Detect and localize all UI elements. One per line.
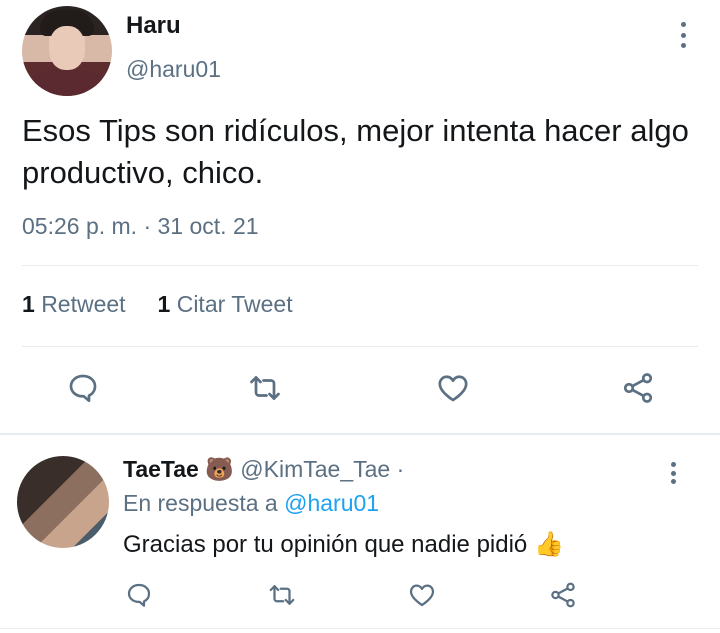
author-handle[interactable]: @haru01 xyxy=(126,56,221,83)
reply-header: TaeTae 🐻 @KimTae_Tae · xyxy=(123,456,404,483)
retweet-icon[interactable] xyxy=(267,580,297,610)
tweet-timestamp[interactable]: 05:26 p. m. · 31 oct. 21 xyxy=(22,213,259,240)
divider xyxy=(22,265,698,266)
retweet-icon[interactable] xyxy=(247,370,283,406)
in-reply-prefix: En respuesta a xyxy=(123,490,278,516)
tweet-text: Esos Tips son ridículos, mejor intenta h… xyxy=(22,113,689,190)
divider xyxy=(22,346,698,347)
reply-more-options-icon[interactable] xyxy=(662,462,684,484)
section-divider xyxy=(0,433,720,435)
like-icon[interactable] xyxy=(407,580,437,610)
bear-emoji: 🐻 xyxy=(205,456,234,482)
mention-link[interactable]: @haru01 xyxy=(284,490,379,516)
share-icon[interactable] xyxy=(620,370,656,406)
quote-label: Citar Tweet xyxy=(176,291,293,317)
quote-count: 1 xyxy=(157,291,171,317)
reply-text: Gracias por tu opinión que nadie pidió 👍 xyxy=(123,530,564,559)
retweet-label: Retweet xyxy=(41,291,126,317)
reply-author-name[interactable]: TaeTae xyxy=(123,456,199,482)
share-icon[interactable] xyxy=(548,580,578,610)
reply-author-avatar[interactable] xyxy=(17,456,109,548)
avatar-shirt xyxy=(22,70,112,96)
reply-author-handle[interactable]: @KimTae_Tae xyxy=(240,456,390,482)
reply-icon[interactable] xyxy=(65,370,101,406)
thumbs-up-emoji: 👍 xyxy=(533,531,564,558)
divider xyxy=(0,628,720,629)
reply-text-body: Gracias por tu opinión que nadie pidió xyxy=(123,531,528,558)
author-avatar[interactable] xyxy=(22,6,112,96)
tweet-stats: 1 Retweet 1 Citar Tweet xyxy=(22,291,293,318)
quote-stat[interactable]: 1 Citar Tweet xyxy=(158,291,293,317)
author-name[interactable]: Haru xyxy=(126,12,181,40)
reply-icon[interactable] xyxy=(124,580,154,610)
avatar-face xyxy=(49,26,85,70)
retweet-count: 1 xyxy=(22,291,35,317)
in-reply-to: En respuesta a @haru01 xyxy=(123,490,379,517)
retweet-stat[interactable]: 1 Retweet xyxy=(22,291,126,317)
more-options-icon[interactable] xyxy=(672,22,694,48)
like-icon[interactable] xyxy=(435,370,471,406)
reply-separator: · xyxy=(390,456,405,482)
